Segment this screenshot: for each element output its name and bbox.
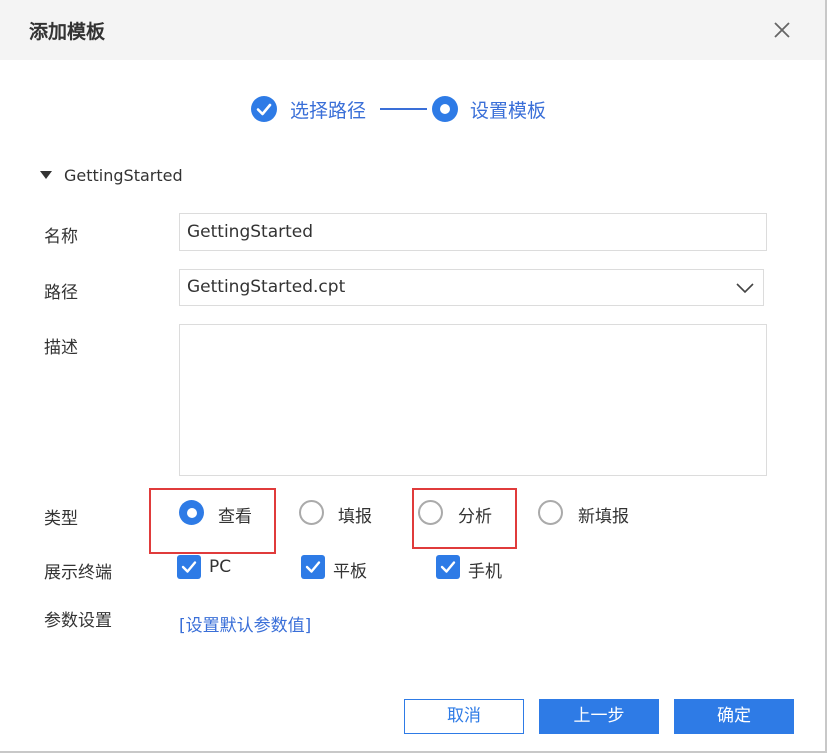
checkbox-pc[interactable] — [177, 555, 201, 579]
params-label: 参数设置 — [44, 611, 112, 631]
terminal-label: 展示终端 — [44, 563, 112, 583]
radio-new-fill-label: 新填报 — [578, 507, 629, 527]
description-label: 描述 — [44, 338, 78, 358]
type-label: 类型 — [44, 509, 78, 529]
section-title: GettingStarted — [64, 166, 183, 185]
template-section-header[interactable]: GettingStarted — [40, 166, 183, 185]
dialog-titlebar: 添加模板 — [0, 0, 825, 60]
check-circle-icon — [250, 95, 278, 123]
prev-step-button[interactable]: 上一步 — [539, 699, 659, 734]
radio-fill-label: 填报 — [338, 507, 372, 527]
current-step-icon — [431, 95, 459, 123]
check-icon — [305, 561, 321, 573]
step-connector — [380, 108, 427, 110]
cancel-button[interactable]: 取消 — [404, 699, 524, 734]
close-icon[interactable] — [770, 18, 794, 42]
description-textarea[interactable] — [179, 324, 767, 476]
highlight-box-analysis — [412, 488, 517, 549]
set-default-params-link[interactable]: [设置默认参数值] — [179, 611, 311, 636]
checkbox-mobile-label: 手机 — [468, 562, 502, 582]
checkbox-mobile[interactable] — [436, 555, 460, 579]
checkbox-pc-label: PC — [209, 557, 232, 577]
checkbox-tablet[interactable] — [301, 555, 325, 579]
step-2-label: 设置模板 — [470, 100, 547, 122]
caret-down-icon — [40, 171, 52, 179]
confirm-button[interactable]: 确定 — [674, 699, 794, 734]
radio-fill[interactable] — [299, 500, 324, 525]
name-label: 名称 — [44, 227, 78, 247]
dialog-title: 添加模板 — [29, 21, 106, 43]
check-icon — [181, 561, 197, 573]
path-select[interactable]: GettingStarted.cpt — [179, 269, 764, 306]
path-label: 路径 — [44, 283, 78, 303]
step-1-label: 选择路径 — [290, 100, 367, 122]
checkbox-tablet-label: 平板 — [333, 562, 367, 582]
chevron-down-icon[interactable] — [734, 277, 756, 299]
check-icon — [440, 561, 456, 573]
path-value: GettingStarted.cpt — [187, 277, 346, 297]
highlight-box-view — [149, 488, 276, 554]
radio-new-fill[interactable] — [538, 500, 563, 525]
name-input[interactable] — [179, 213, 767, 251]
add-template-dialog: 添加模板 选择路径 设置模板 GettingStarted 名称 路径 — [0, 0, 827, 753]
